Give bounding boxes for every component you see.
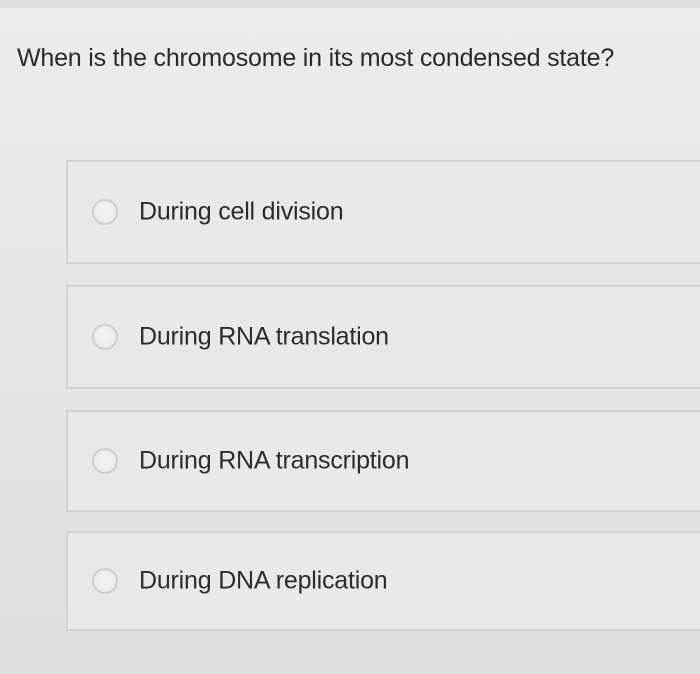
radio-button-icon[interactable] bbox=[92, 199, 118, 225]
radio-button-icon[interactable] bbox=[92, 448, 118, 474]
answer-option-label: During cell division bbox=[139, 197, 344, 226]
answer-option-1[interactable]: During cell division bbox=[66, 160, 700, 264]
radio-button-icon[interactable] bbox=[92, 324, 118, 350]
question-text: When is the chromosome in its most conde… bbox=[17, 44, 615, 72]
answer-option-4[interactable]: During DNA replication bbox=[66, 531, 700, 631]
answer-option-2[interactable]: During RNA translation bbox=[66, 285, 700, 389]
answer-option-label: During RNA translation bbox=[139, 322, 389, 351]
answer-option-label: During RNA transcription bbox=[139, 446, 410, 475]
top-edge bbox=[0, 0, 700, 8]
radio-button-icon[interactable] bbox=[92, 568, 118, 594]
answer-option-3[interactable]: During RNA transcription bbox=[66, 410, 700, 512]
answer-option-label: During DNA replication bbox=[139, 566, 388, 595]
